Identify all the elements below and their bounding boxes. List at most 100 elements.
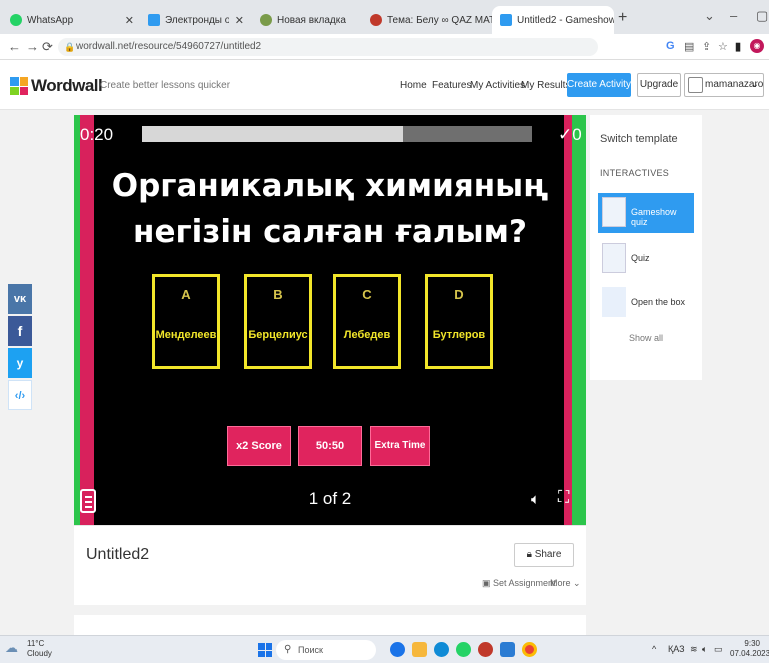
sidebar-toggle-icon[interactable]: ▮ bbox=[735, 40, 741, 53]
file-explorer-icon[interactable] bbox=[412, 642, 427, 657]
answer-d[interactable]: D Бутлеров bbox=[425, 274, 493, 369]
template-label: Quiz bbox=[631, 253, 650, 263]
template-gameshow-quiz[interactable]: Gameshow quiz bbox=[598, 193, 694, 233]
share-page-icon[interactable]: ⇪ bbox=[702, 40, 711, 53]
minimize-icon[interactable]: – bbox=[730, 8, 737, 23]
tab-whatsapp[interactable]: WhatsApp ✕ bbox=[2, 6, 142, 34]
set-assignment-link[interactable]: ▣ Set Assignment bbox=[482, 578, 556, 589]
wordwall-favicon-icon bbox=[148, 14, 160, 26]
nav-home[interactable]: Home bbox=[400, 80, 427, 91]
volume-icon[interactable]: 🔈︎ bbox=[702, 644, 707, 655]
forward-icon[interactable]: → bbox=[26, 39, 39, 54]
facebook-share-button[interactable]: f bbox=[8, 316, 32, 346]
tab-qazmath[interactable]: Тема: Белу ∞ QAZ MATH ✕ bbox=[362, 6, 492, 34]
avatar bbox=[688, 77, 703, 93]
app-red-icon[interactable] bbox=[478, 642, 493, 657]
vk-icon: ᴠᴋ bbox=[13, 293, 27, 305]
reload-icon[interactable]: ⟳ bbox=[42, 39, 53, 55]
close-icon[interactable]: ✕ bbox=[119, 14, 134, 27]
windows-start-icon[interactable] bbox=[258, 643, 272, 657]
google-icon[interactable]: G bbox=[666, 40, 675, 52]
translate-icon[interactable]: ▤ bbox=[684, 40, 694, 53]
profile-avatar[interactable]: ◉ bbox=[750, 39, 764, 53]
whatsapp-taskbar-icon[interactable] bbox=[456, 642, 471, 657]
user-menu-button[interactable]: mamanazaro... ⌄ bbox=[684, 73, 764, 97]
quiz-thumbnail-icon bbox=[602, 243, 626, 273]
embed-button[interactable]: ‹/› bbox=[8, 380, 32, 410]
new-tab-icon[interactable]: + bbox=[618, 9, 627, 27]
lock-icon: 🔒︎ bbox=[526, 549, 532, 560]
time: 9:30 bbox=[744, 639, 760, 648]
nav-my-activities[interactable]: My Activities bbox=[470, 80, 525, 91]
cloud-icon: ☁ bbox=[5, 640, 18, 655]
temperature: 11°C bbox=[27, 639, 45, 648]
tab-untitled2[interactable]: Untitled2 - Gameshow quiz ✕ bbox=[492, 6, 614, 34]
set-assignment-label: Set Assignment bbox=[493, 578, 556, 588]
gameshow-quiz-game[interactable]: 0:20 ✓0 Органикалық химияның негізін сал… bbox=[74, 115, 586, 525]
url-field[interactable]: 🔒 wordwall.net/resource/54960727/untitle… bbox=[58, 38, 598, 56]
wordwall-logo[interactable]: Wordwall bbox=[10, 76, 103, 96]
taskbar-app-icon[interactable] bbox=[390, 642, 405, 657]
browser-tab-strip: WhatsApp ✕ Электронды оқыту химиясы: Не … bbox=[0, 0, 769, 34]
answer-c[interactable]: C Лебедев bbox=[333, 274, 401, 369]
assignment-icon: ▣ bbox=[482, 578, 491, 588]
word-icon[interactable] bbox=[500, 642, 515, 657]
back-icon[interactable]: ← bbox=[8, 39, 21, 54]
twitter-icon: y bbox=[16, 356, 24, 370]
template-open-the-box[interactable]: Open the box bbox=[598, 283, 694, 323]
chevron-down-icon: ⌄ bbox=[573, 578, 581, 588]
timer: 0:20 bbox=[80, 125, 114, 144]
chevron-down-icon[interactable]: ⌄ bbox=[704, 8, 715, 24]
page-counter: 1 of 2 bbox=[308, 489, 352, 508]
restore-icon[interactable]: ▢ bbox=[756, 8, 768, 24]
upgrade-button[interactable]: Upgrade bbox=[637, 73, 681, 97]
template-label: Open the box bbox=[631, 297, 686, 307]
tab-label: WhatsApp bbox=[27, 14, 74, 26]
more-menu-button[interactable]: More ⌄ bbox=[550, 578, 581, 589]
right-pink-stripe bbox=[564, 115, 572, 525]
switch-template-title: Switch template bbox=[600, 133, 678, 145]
tab-new[interactable]: Новая вкладка bbox=[252, 6, 362, 34]
chevron-up-icon[interactable]: ^ bbox=[652, 644, 656, 654]
fullscreen-icon[interactable]: ⛶ bbox=[558, 489, 569, 507]
edge-icon[interactable] bbox=[434, 642, 449, 657]
activity-info-panel: Untitled2 🔒︎ Share ▣ Set Assignment More… bbox=[74, 525, 586, 605]
weather-widget[interactable]: ☁ 11°C Cloudy bbox=[5, 639, 52, 659]
tagline: Create better lessons quicker bbox=[100, 80, 231, 91]
x2-score-lifeline-button[interactable]: x2 Score bbox=[227, 426, 291, 466]
facebook-icon: f bbox=[17, 323, 23, 339]
twitter-share-button[interactable]: y bbox=[8, 348, 32, 378]
tab-electronic[interactable]: Электронды оқыту химиясы: Не ✕ bbox=[140, 6, 252, 34]
language-indicator[interactable]: ҚАЗ bbox=[668, 644, 685, 654]
embed-icon: ‹/› bbox=[14, 390, 26, 402]
nav-my-results[interactable]: My Results bbox=[521, 80, 570, 91]
create-activity-button[interactable]: Create Activity bbox=[567, 73, 631, 97]
share-label: Share bbox=[534, 549, 562, 560]
answer-b[interactable]: B Берцелиус bbox=[244, 274, 312, 369]
url-text: wordwall.net/resource/54960727/untitled2 bbox=[76, 41, 262, 52]
show-all-link[interactable]: Show all bbox=[590, 333, 702, 343]
chrome-icon[interactable] bbox=[522, 642, 537, 657]
wifi-icon[interactable]: ≋ bbox=[690, 644, 698, 655]
logo-text: Wordwall bbox=[31, 76, 103, 95]
wordwall-logo-icon bbox=[10, 77, 28, 95]
share-button[interactable]: 🔒︎ Share bbox=[514, 543, 574, 567]
new-tab-favicon-icon bbox=[260, 14, 272, 26]
extra-time-lifeline-button[interactable]: Extra Time bbox=[370, 426, 430, 466]
answer-text: Менделеев bbox=[155, 329, 217, 341]
nav-features[interactable]: Features bbox=[432, 80, 471, 91]
sound-icon[interactable]: 🔈︎ bbox=[531, 491, 540, 508]
battery-icon[interactable]: ▭ bbox=[714, 644, 723, 655]
answer-a[interactable]: A Менделеев bbox=[152, 274, 220, 369]
lock-icon: 🔒 bbox=[64, 42, 76, 52]
time-progress-fill bbox=[142, 126, 404, 142]
activity-title: Untitled2 bbox=[86, 546, 150, 563]
taskbar-search[interactable]: ⚲ Поиск bbox=[276, 640, 376, 660]
clock[interactable]: 9:30 07.04.2023 bbox=[730, 639, 769, 659]
close-icon[interactable]: ✕ bbox=[229, 14, 244, 27]
vk-share-button[interactable]: ᴠᴋ bbox=[8, 284, 32, 314]
fifty-fifty-lifeline-button[interactable]: 50:50 bbox=[298, 426, 362, 466]
template-quiz[interactable]: Quiz bbox=[598, 239, 694, 279]
activity-info-panel-lower bbox=[74, 615, 586, 635]
bookmark-star-icon[interactable]: ☆ bbox=[718, 40, 728, 53]
